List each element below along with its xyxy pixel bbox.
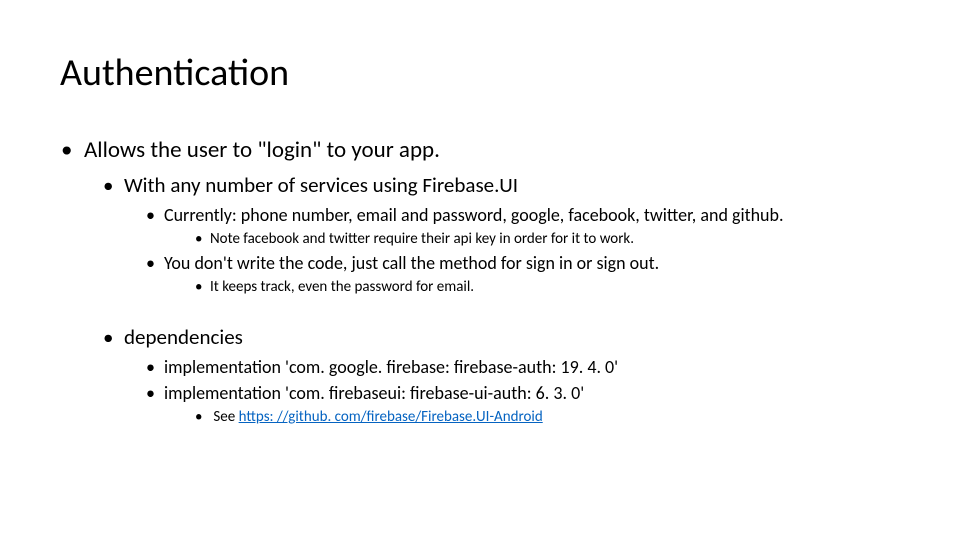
bullet-level2: With any number of services using Fireba… <box>124 172 900 198</box>
see-prefix: See <box>213 408 238 426</box>
bullet-list: Allows the user to "login" to your app. … <box>60 136 900 296</box>
slide-title: Authentication <box>60 50 900 96</box>
slide: { "title": "Authentication", "lines": { … <box>0 0 960 540</box>
bullet-level3: implementation 'com. google. firebase: f… <box>164 356 900 378</box>
bullet-level4: Note facebook and twitter require their … <box>210 230 900 248</box>
bullet-level2: dependencies <box>124 324 900 350</box>
bullet-level3: You don't write the code, just call the … <box>164 252 900 274</box>
spacer <box>60 300 900 324</box>
bullet-level4: It keeps track, even the password for em… <box>210 278 900 296</box>
bullet-level3: Currently: phone number, email and passw… <box>164 204 900 226</box>
github-link[interactable]: https: //github. com/firebase/Firebase.U… <box>239 408 543 426</box>
bullet-list: dependencies implementation 'com. google… <box>60 324 900 426</box>
bullet-level4: See https: //github. com/firebase/Fireba… <box>210 408 900 426</box>
bullet-level1: Allows the user to "login" to your app. <box>84 136 900 164</box>
bullet-level3: implementation 'com. firebaseui: firebas… <box>164 382 900 404</box>
